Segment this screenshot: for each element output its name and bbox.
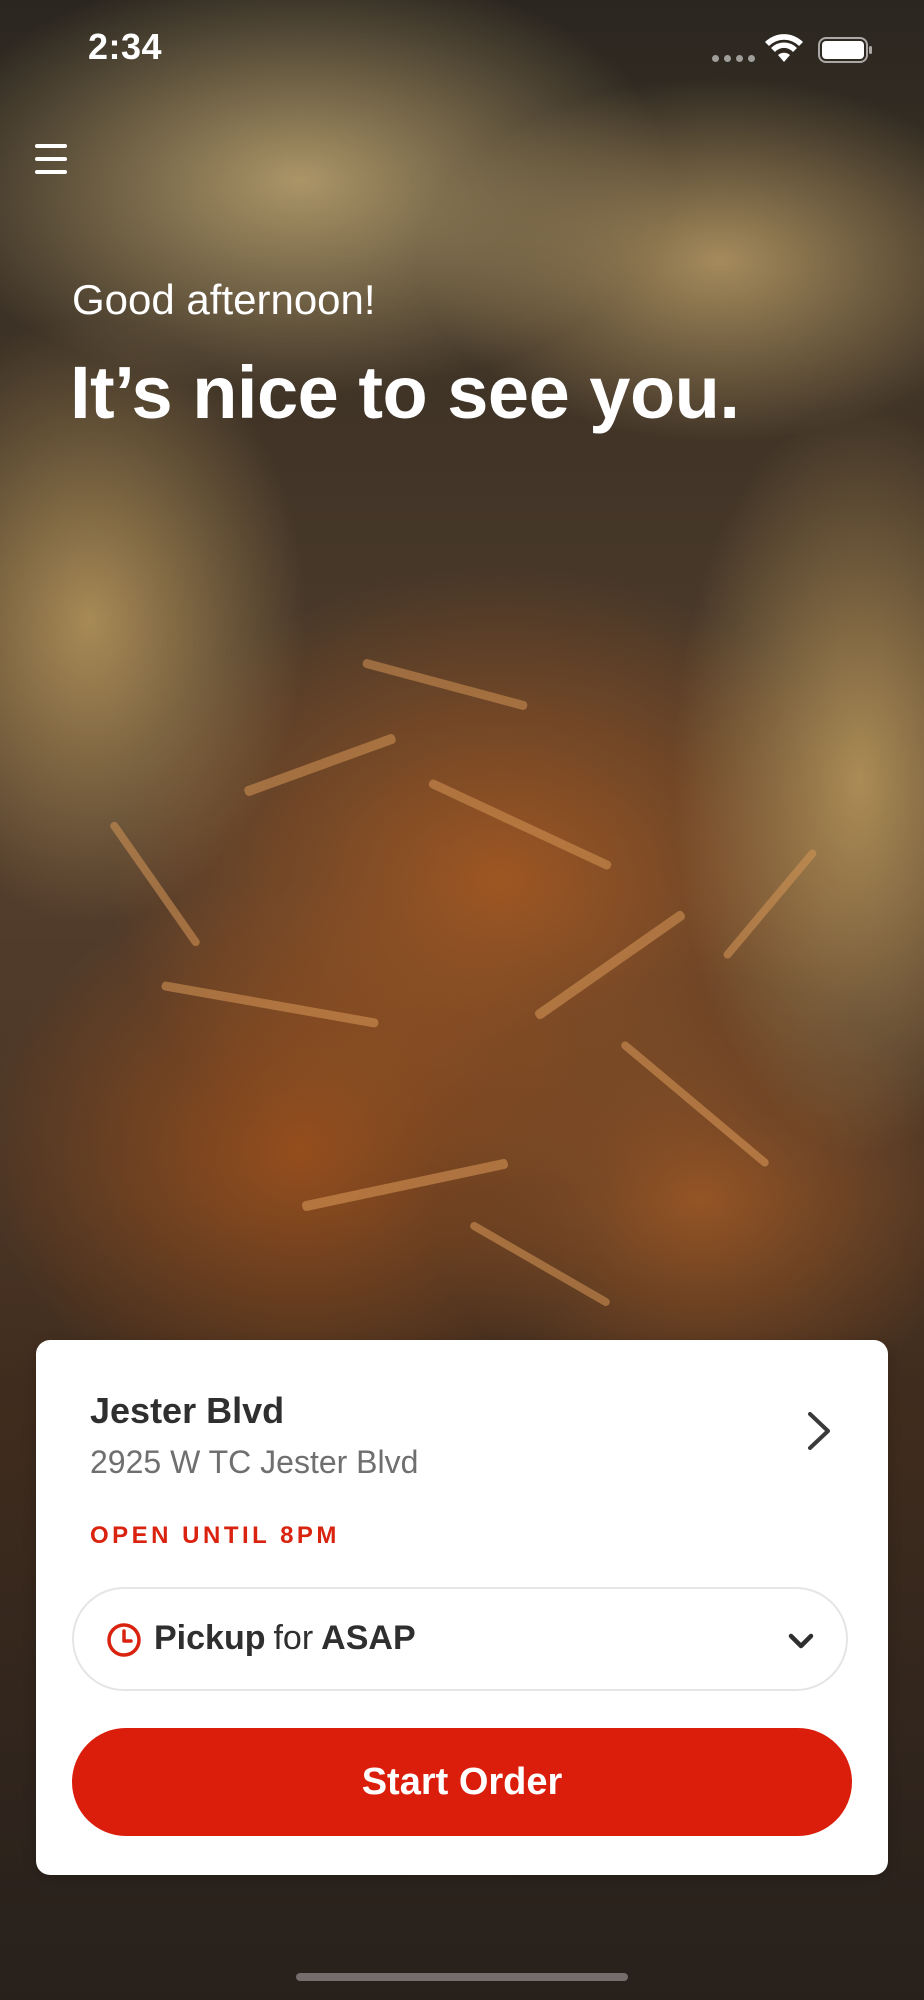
chevron-right-icon (808, 1412, 830, 1450)
cellular-signal-icon (712, 55, 755, 62)
battery-icon (818, 37, 872, 63)
pickup-time-dropdown[interactable]: Pickup for ASAP (72, 1587, 848, 1691)
chevron-down-icon (788, 1633, 814, 1649)
hamburger-menu-icon[interactable] (30, 138, 76, 184)
order-mode-connector: for (273, 1619, 314, 1657)
order-card: Jester Blvd 2925 W TC Jester Blvd OPEN U… (36, 1340, 888, 1875)
start-order-button[interactable]: Start Order (72, 1728, 852, 1836)
order-mode-label: Pickup (154, 1619, 266, 1657)
home-screen: 2:34 Good afternoon! It’s nice to see yo… (0, 0, 924, 2000)
greeting-text: Good afternoon! (72, 276, 376, 323)
status-bar: 2:34 (0, 0, 924, 100)
location-name: Jester Blvd (90, 1390, 285, 1431)
welcome-headline: It’s nice to see you. (70, 351, 740, 434)
home-indicator[interactable] (296, 1973, 628, 1981)
order-time-label: ASAP (321, 1619, 416, 1657)
wifi-icon (765, 34, 803, 62)
clock-icon (107, 1623, 141, 1657)
location-selector[interactable]: Jester Blvd 2925 W TC Jester Blvd (36, 1340, 888, 1480)
status-time: 2:34 (88, 26, 163, 67)
open-status-label: OPEN UNTIL 8PM (90, 1522, 340, 1549)
location-address: 2925 W TC Jester Blvd (90, 1444, 419, 1480)
pickup-mode-text: Pickup for ASAP (154, 1619, 416, 1658)
